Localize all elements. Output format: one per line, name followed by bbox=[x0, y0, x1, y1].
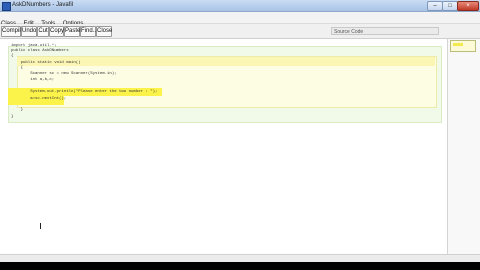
code-line: public class AskDNumbers bbox=[11, 49, 69, 53]
paste-button[interactable]: Paste bbox=[64, 26, 80, 37]
text-cursor-icon bbox=[40, 223, 41, 229]
app-icon bbox=[2, 2, 11, 11]
find-button[interactable]: Find... bbox=[80, 26, 98, 37]
menu-bar: Class Edit Tools Options bbox=[0, 12, 480, 27]
code-editor[interactable]: import java.util.*; public class AskDNum… bbox=[0, 39, 448, 262]
toolbar: Compile Undo Cut Copy Paste Find... Clos… bbox=[0, 24, 480, 39]
code-line: int a,b,c; bbox=[11, 78, 55, 82]
code-line: { bbox=[11, 54, 14, 58]
copy-button[interactable]: Copy bbox=[49, 26, 64, 37]
code-overview-thumbnail[interactable] bbox=[450, 40, 476, 52]
title-bar: AskDNumbers - Javafil – □ × bbox=[0, 0, 480, 12]
undo-button[interactable]: Undo bbox=[21, 26, 37, 37]
code-line: } bbox=[11, 108, 24, 112]
maximize-button[interactable]: □ bbox=[442, 1, 458, 11]
thumbnail-highlight bbox=[453, 43, 463, 46]
status-bar bbox=[0, 254, 480, 262]
minimize-button[interactable]: – bbox=[427, 1, 443, 11]
code-line: } bbox=[11, 115, 14, 119]
overview-panel bbox=[448, 39, 480, 262]
editor-window: AskDNumbers - Javafil – □ × Class Edit T… bbox=[0, 0, 480, 262]
compile-button[interactable]: Compile bbox=[1, 26, 24, 37]
close-window-button[interactable]: × bbox=[457, 1, 479, 11]
code-line: System.out.println("Please enter the two… bbox=[11, 90, 158, 94]
code-line: a=sc.nextInt(); bbox=[11, 97, 67, 101]
close-button[interactable]: Close bbox=[96, 26, 112, 37]
cut-button[interactable]: Cut bbox=[37, 26, 49, 37]
view-selector[interactable]: Source Code bbox=[331, 27, 439, 35]
window-title: AskDNumbers - Javafil bbox=[12, 2, 74, 8]
